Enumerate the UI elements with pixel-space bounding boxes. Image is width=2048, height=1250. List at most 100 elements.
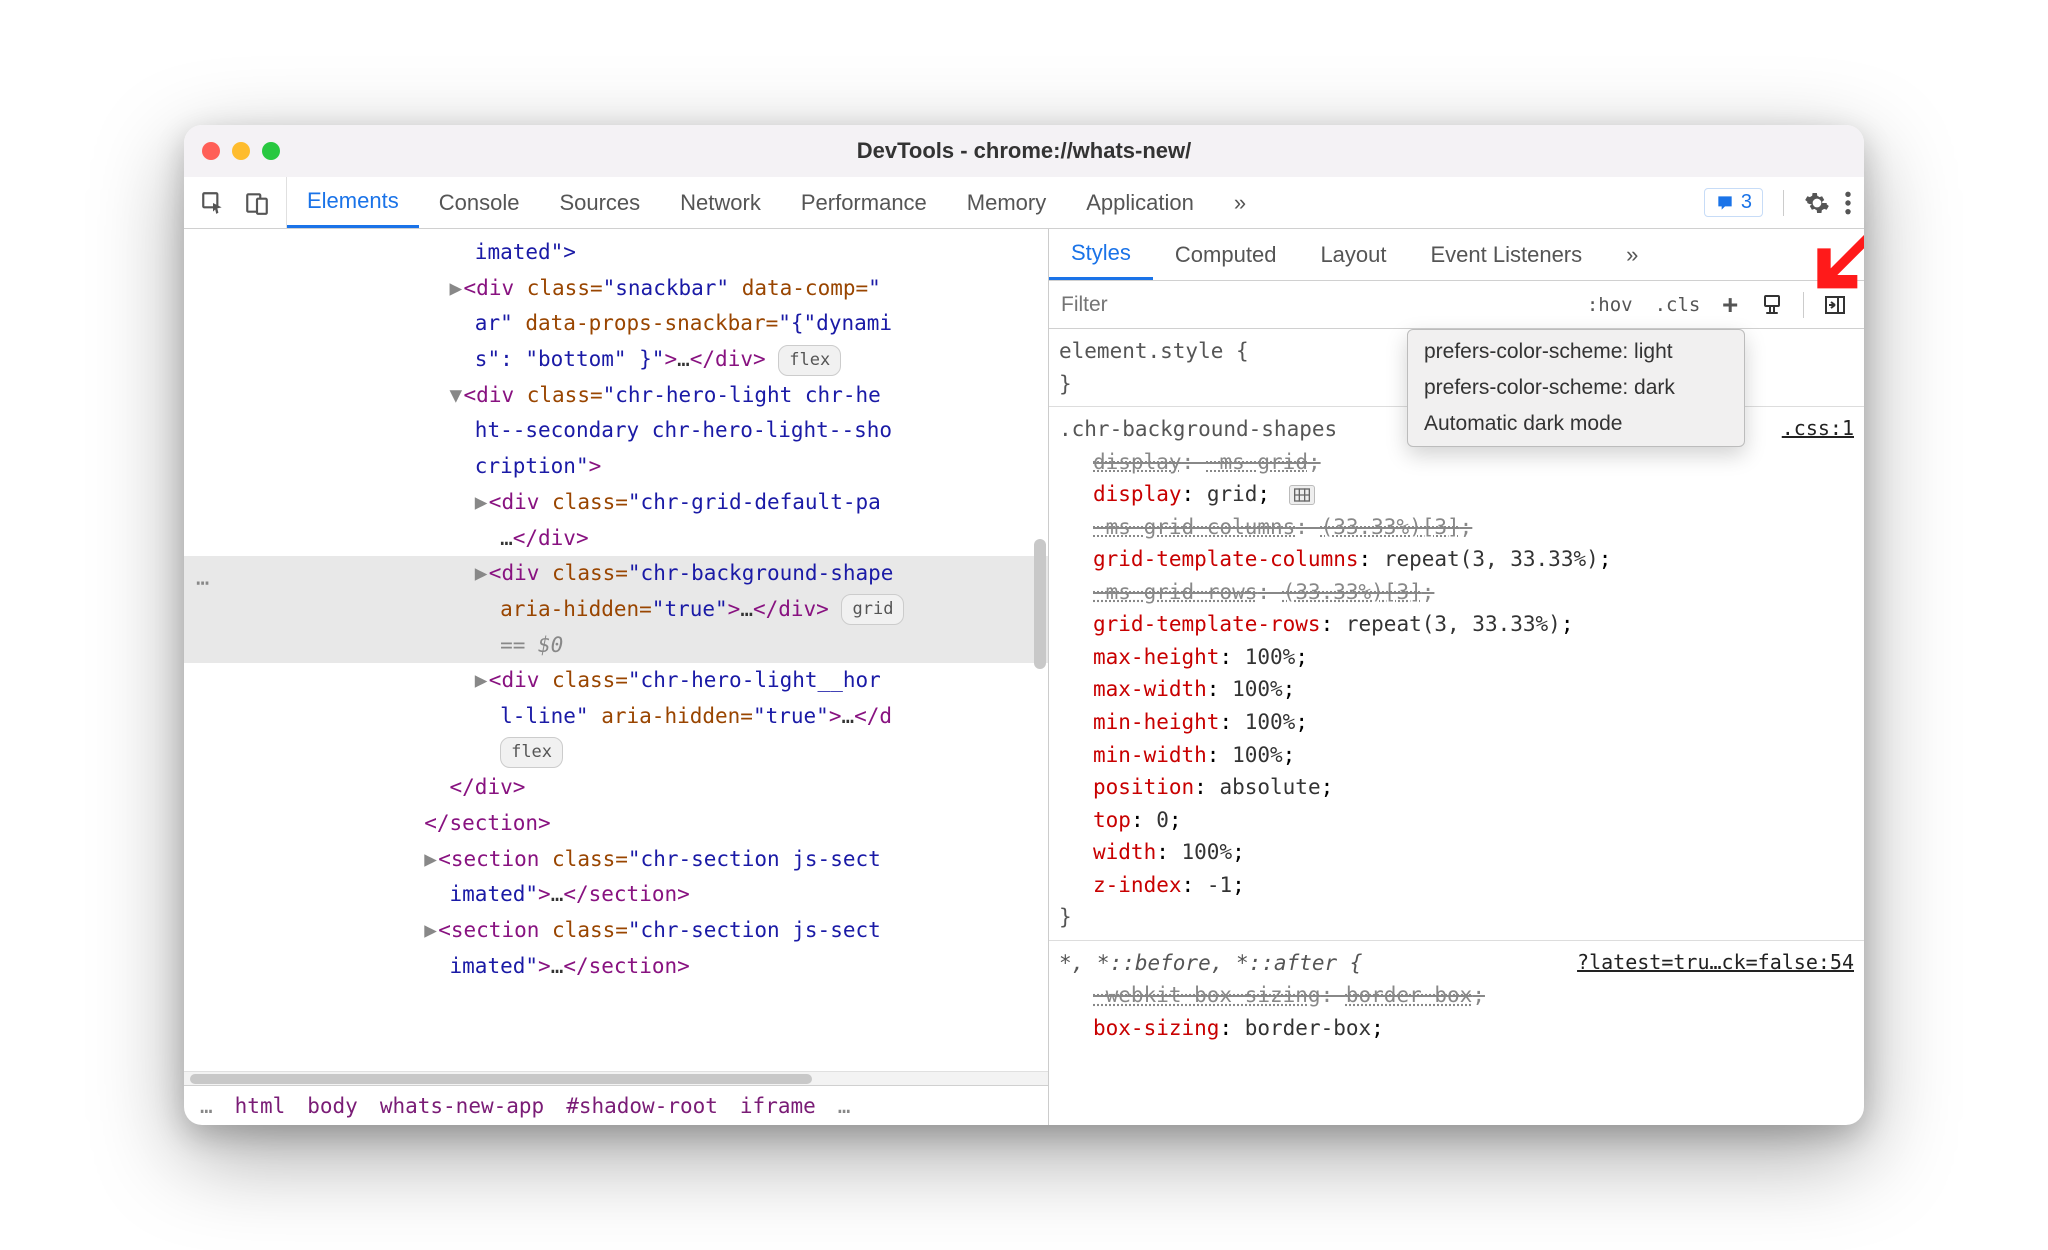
tab-network[interactable]: Network [660,177,781,228]
settings-gear-icon[interactable] [1804,190,1830,216]
style-rule[interactable]: ?latest=tru…ck=false:54 *, *::before, *:… [1049,941,1864,1051]
css-declaration[interactable]: position: absolute; [1059,771,1854,804]
css-declaration[interactable]: -webkit-box-sizing: border-box; [1059,979,1854,1012]
cls-toggle[interactable]: .cls [1646,289,1710,321]
css-declaration[interactable]: grid-template-rows: repeat(3, 33.33%); [1059,608,1854,641]
css-declaration[interactable]: min-width: 100%; [1059,739,1854,772]
content-split: ⋯ imated"> ▶<div class="snackbar" data-c… [184,229,1864,1125]
breadcrumb-item[interactable]: iframe [740,1094,816,1118]
layout-badge-flex[interactable]: flex [500,737,563,768]
dom-line[interactable]: ▶<div class="chr-grid-default-pa [184,485,1048,521]
issues-count: 3 [1741,191,1752,214]
devtools-window: DevTools - chrome://whats-new/ Elements … [184,125,1864,1125]
dom-line[interactable]: imated"> [184,235,1048,271]
grid-editor-icon[interactable] [1289,485,1315,505]
breadcrumb-item[interactable]: html [235,1094,286,1118]
dom-line[interactable]: s": "bottom" }">…</div> flex [184,342,1048,378]
inspect-element-icon[interactable] [200,190,226,216]
breadcrumb-item[interactable]: whats-new-app [380,1094,544,1118]
dom-line-selected[interactable]: aria-hidden="true">…</div> grid [184,592,1048,628]
dom-line[interactable]: cription"> [184,449,1048,485]
style-rule[interactable]: .css:1 .chr-background-shapes display: -… [1049,407,1864,941]
dom-line[interactable]: ▶<section class="chr-section js-sect [184,913,1048,949]
scrollbar-thumb[interactable] [190,1074,812,1084]
breadcrumb-item[interactable]: body [307,1094,358,1118]
horizontal-scrollbar[interactable] [184,1071,1048,1085]
dom-line[interactable]: ar" data-props-snackbar="{"dynami [184,306,1048,342]
main-panel-tabs: Elements Console Sources Network Perform… [287,177,1692,228]
styles-filter-row: :hov .cls + [1049,281,1864,329]
css-declaration[interactable]: grid-template-columns: repeat(3, 33.33%)… [1059,543,1854,576]
source-link[interactable]: ?latest=tru…ck=false:54 [1577,947,1854,978]
subtabs-overflow[interactable]: » [1604,229,1660,280]
source-link[interactable]: .css:1 [1782,413,1854,444]
vertical-scrollbar[interactable] [1034,539,1046,669]
dom-line[interactable]: flex [184,735,1048,771]
dom-line[interactable]: ▶<div class="snackbar" data-comp=" [184,271,1048,307]
annotation-arrow-icon [1804,229,1864,300]
hov-toggle[interactable]: :hov [1578,289,1642,321]
breadcrumb-more-right[interactable]: … [838,1094,851,1118]
tab-application[interactable]: Application [1066,177,1214,228]
css-declaration[interactable]: max-width: 100%; [1059,673,1854,706]
breadcrumb-item[interactable]: #shadow-root [566,1094,718,1118]
subtab-styles[interactable]: Styles [1049,229,1153,280]
dom-line[interactable]: ht--secondary chr-hero-light--sho [184,413,1048,449]
css-declaration[interactable]: max-height: 100%; [1059,641,1854,674]
dom-line[interactable]: </div> [184,770,1048,806]
css-declaration[interactable]: width: 100%; [1059,836,1854,869]
tab-memory[interactable]: Memory [947,177,1066,228]
tab-elements[interactable]: Elements [287,177,419,228]
popup-item-light[interactable]: prefers-color-scheme: light [1408,334,1744,370]
css-declaration[interactable]: display: grid; [1059,478,1854,511]
new-rule-button[interactable]: + [1713,285,1747,325]
styles-filter-input[interactable] [1049,293,1578,317]
layout-badge-flex[interactable]: flex [778,345,841,376]
css-declaration[interactable]: -ms-grid-rows: (33.33%)[3]; [1059,576,1854,609]
tab-console[interactable]: Console [419,177,540,228]
device-toggle-icon[interactable] [244,190,270,216]
css-declaration[interactable]: z-index: -1; [1059,869,1854,902]
dom-tree[interactable]: ⋯ imated"> ▶<div class="snackbar" data-c… [184,229,1048,1071]
styles-rules-body[interactable]: element.style { } .css:1 .chr-background… [1049,329,1864,1125]
toolbar-right: 3 [1692,177,1864,228]
dom-line[interactable]: imated">…</section> [184,877,1048,913]
window-title: DevTools - chrome://whats-new/ [184,138,1864,164]
dom-line[interactable]: imated">…</section> [184,949,1048,985]
css-declaration[interactable]: min-height: 100%; [1059,706,1854,739]
subtab-layout[interactable]: Layout [1298,229,1408,280]
rendering-emulation-icon[interactable] [1751,288,1793,322]
dom-line[interactable]: l-line" aria-hidden="true">…</d [184,699,1048,735]
subtab-computed[interactable]: Computed [1153,229,1299,280]
css-declaration[interactable]: display: -ms-grid; [1059,446,1854,479]
css-declaration[interactable]: top: 0; [1059,804,1854,837]
window-controls [202,142,280,160]
tab-sources[interactable]: Sources [539,177,660,228]
main-toolbar: Elements Console Sources Network Perform… [184,177,1864,229]
css-declaration[interactable]: -ms-grid-columns: (33.33%)[3]; [1059,511,1854,544]
maximize-window-button[interactable] [262,142,280,160]
dom-line[interactable]: ▶<div class="chr-hero-light__hor [184,663,1048,699]
popup-item-dark[interactable]: prefers-color-scheme: dark [1408,370,1744,406]
tab-performance[interactable]: Performance [781,177,947,228]
dom-line-selected[interactable]: ▶<div class="chr-background-shape [184,556,1048,592]
dom-line[interactable]: ▼<div class="chr-hero-light chr-he [184,378,1048,414]
row-actions-icon[interactable]: ⋯ [196,565,209,602]
divider [1783,190,1784,216]
layout-badge-grid[interactable]: grid [841,594,904,625]
subtab-event-listeners[interactable]: Event Listeners [1409,229,1605,280]
popup-item-auto-dark[interactable]: Automatic dark mode [1408,406,1744,442]
more-menu-icon[interactable] [1844,190,1852,216]
dom-line[interactable]: …</div> [184,521,1048,557]
dom-line[interactable]: </section> [184,806,1048,842]
minimize-window-button[interactable] [232,142,250,160]
dom-line-selected[interactable]: == $0 [184,628,1048,664]
issues-icon [1715,193,1735,213]
styles-panel: Styles Computed Layout Event Listeners »… [1049,229,1864,1125]
issues-badge[interactable]: 3 [1704,188,1763,217]
dom-line[interactable]: ▶<section class="chr-section js-sect [184,842,1048,878]
css-declaration[interactable]: box-sizing: border-box; [1059,1012,1854,1045]
close-window-button[interactable] [202,142,220,160]
breadcrumb-more-left[interactable]: … [200,1094,213,1118]
main-tabs-overflow[interactable]: » [1214,177,1266,228]
